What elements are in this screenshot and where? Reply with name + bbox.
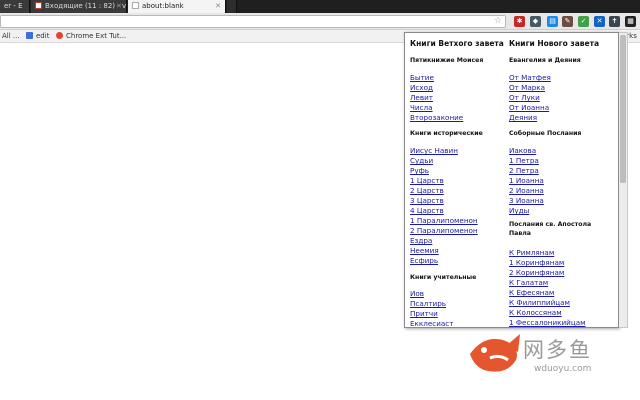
book-link[interactable]: К Филиппийцам: [509, 298, 570, 308]
bookmark-label: All ...: [2, 32, 20, 40]
tab-title: Входящие (11 : 82) - vlad: [45, 2, 127, 10]
bookmark-label: Chrome Ext Tut...: [66, 32, 127, 40]
book-link[interactable]: К Колоссянам: [509, 308, 562, 318]
book-link[interactable]: Неемия: [410, 246, 439, 256]
group-title: Соборные Послания: [509, 130, 582, 137]
section-title: Книги Ветхого завета: [410, 39, 504, 48]
toolbar: ☆ ✱ ◆ ▤ ✎ ✓ ✕ ✝ ▦: [0, 13, 640, 30]
tab-title: about:blank: [142, 2, 184, 10]
bible-extension-icon[interactable]: ✝: [609, 16, 620, 27]
book-link[interactable]: От Луки: [509, 93, 540, 103]
tab-1[interactable]: Входящие (11 : 82) - vlad ✕: [31, 0, 127, 13]
group-title: Евангелия и Деяния: [509, 57, 581, 64]
book-link[interactable]: 1 Петра: [509, 156, 539, 166]
cross-icon[interactable]: ✕: [594, 16, 605, 27]
bookmark-all[interactable]: All ...: [2, 30, 20, 43]
book-link[interactable]: Иисус Навин: [410, 146, 458, 156]
book-link[interactable]: Числа: [410, 103, 433, 113]
book-link[interactable]: 2 Петра: [509, 166, 539, 176]
book-link[interactable]: Исход: [410, 83, 433, 93]
browser-window: er - E Входящие (11 : 82) - vlad ✕ about…: [0, 0, 640, 400]
watermark-text: 网多鱼: [523, 338, 592, 362]
address-bar[interactable]: ☆: [0, 15, 506, 28]
book-link[interactable]: 3 Царств: [410, 196, 444, 206]
chrome-icon: [56, 32, 63, 39]
book-link[interactable]: Притчи: [410, 309, 438, 319]
book-link[interactable]: Левит: [410, 93, 433, 103]
adblock-icon[interactable]: ▦: [625, 16, 636, 27]
popup-scrollbar[interactable]: [619, 32, 628, 328]
group-title: Пятикнижие Моисея: [410, 57, 484, 64]
puzzle-icon[interactable]: ◆: [530, 16, 541, 27]
book-link[interactable]: Иуды: [509, 206, 529, 216]
book-link[interactable]: 4 Царств: [410, 206, 444, 216]
group-title: Книги учительные: [410, 274, 477, 281]
book-link[interactable]: Ездра: [410, 236, 432, 246]
red-extension-icon[interactable]: ✱: [514, 16, 525, 27]
book-link[interactable]: Бытие: [410, 73, 434, 83]
folder-icon: [26, 32, 33, 39]
book-link[interactable]: Деяния: [509, 113, 537, 123]
book-link[interactable]: От Иоанна: [509, 103, 549, 113]
new-tab-button[interactable]: [227, 0, 237, 13]
gmail-icon: [35, 2, 42, 9]
tab-strip: er - E Входящие (11 : 82) - vlad ✕ about…: [0, 0, 640, 13]
book-link[interactable]: От Марка: [509, 83, 545, 93]
book-link[interactable]: 1 Иоанна: [509, 176, 544, 186]
check-icon[interactable]: ✓: [578, 16, 589, 27]
book-link[interactable]: К Ефесянам: [509, 288, 554, 298]
bookmark-label: edit: [36, 32, 50, 40]
tab-title: er - E: [4, 2, 23, 10]
book-link[interactable]: От Матфея: [509, 73, 551, 83]
book-link[interactable]: 1 Царств: [410, 176, 444, 186]
book-link[interactable]: 1 Фессалоникийцам: [509, 318, 586, 327]
book-link[interactable]: 2 Царств: [410, 186, 444, 196]
tab-0[interactable]: er - E: [0, 0, 30, 13]
book-link[interactable]: Есфирь: [410, 256, 438, 266]
section-title: Книги Нового завета: [509, 39, 600, 48]
tab-extension-icon[interactable]: ▤: [547, 16, 558, 27]
close-icon[interactable]: ✕: [215, 0, 221, 13]
watermark: 网多鱼 wduoyu.com: [466, 330, 636, 385]
book-link[interactable]: 1 Паралипоменон: [410, 216, 478, 226]
close-icon[interactable]: ✕: [116, 0, 122, 13]
watermark-url: wduoyu.com: [534, 364, 592, 374]
book-link[interactable]: К Римлянам: [509, 248, 554, 258]
book-link[interactable]: 2 Паралипоменон: [410, 226, 478, 236]
book-link[interactable]: Второзаконие: [410, 113, 463, 123]
bookmark-edit[interactable]: edit: [26, 30, 49, 43]
book-link[interactable]: 1 Коринфянам: [509, 258, 564, 268]
fish-logo-icon: [470, 334, 520, 372]
page-icon: [132, 2, 139, 9]
book-link[interactable]: Псалтирь: [410, 299, 446, 309]
bible-books-popup: Книги Ветхого завета Пятикнижие Моисея Быт…: [404, 32, 619, 328]
book-link[interactable]: Иакова: [509, 146, 536, 156]
book-link[interactable]: Екклесиаст: [410, 319, 453, 327]
group-title: Послания св. Апостола Павла: [509, 221, 592, 237]
book-link[interactable]: Руфь: [410, 166, 429, 176]
bookmark-chrome-ext[interactable]: Chrome Ext Tut...: [56, 30, 126, 43]
tab-2[interactable]: about:blank ✕: [128, 0, 226, 13]
scrollbar-thumb[interactable]: [620, 35, 626, 183]
book-link[interactable]: К Галатам: [509, 278, 548, 288]
group-title: Книги исторические: [410, 130, 483, 137]
book-link[interactable]: 2 Коринфянам: [509, 268, 564, 278]
note-icon[interactable]: ✎: [562, 16, 573, 27]
book-link[interactable]: 3 Иоанна: [509, 196, 544, 206]
star-icon[interactable]: ☆: [494, 16, 502, 27]
book-link[interactable]: Иов: [410, 289, 424, 299]
book-link[interactable]: 2 Иоанна: [509, 186, 544, 196]
book-link[interactable]: Судьи: [410, 156, 433, 166]
